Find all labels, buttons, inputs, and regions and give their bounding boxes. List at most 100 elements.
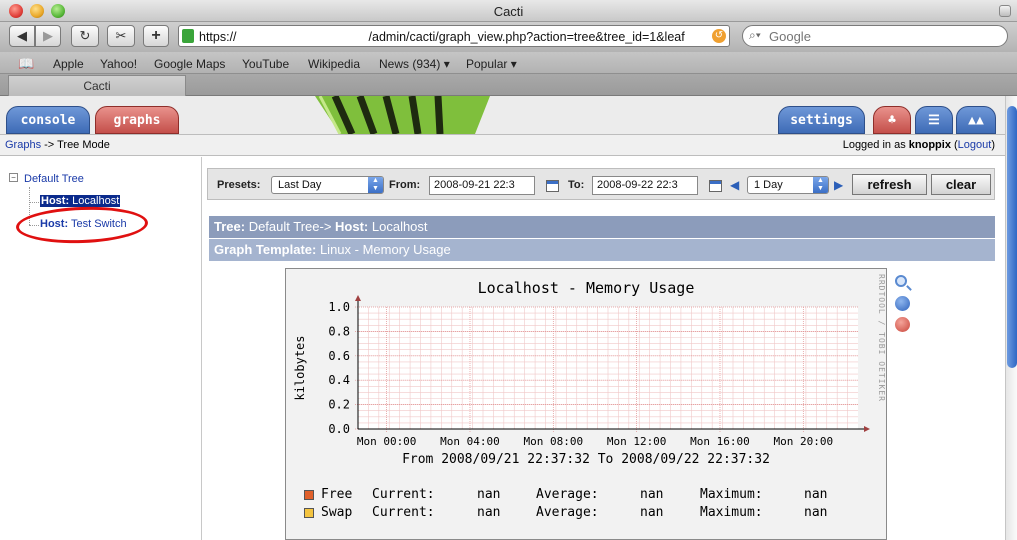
search-field[interactable]: ⌕▾ [742, 25, 1008, 47]
graph-properties-icon[interactable] [895, 317, 910, 332]
reload-icon: ↻ [79, 28, 91, 43]
host-prefix: Host: [41, 195, 70, 207]
tree-root-default-tree[interactable]: Default Tree [24, 173, 84, 185]
snapback-button[interactable]: ✂ [107, 25, 135, 47]
window-titlebar: Cacti [0, 0, 1017, 22]
clear-button[interactable]: clear [931, 174, 991, 195]
bookmarks-bar: 📖 Apple Yahoo! Google Maps YouTube Wikip… [0, 52, 1017, 74]
presets-select[interactable]: Last Day ▲ ▼ [271, 176, 384, 194]
forward-button[interactable]: ▶ [35, 25, 61, 47]
toolbar-toggle-icon[interactable] [999, 5, 1011, 17]
forward-arrow-icon: ▶ [43, 28, 53, 43]
y-axis-arrow [355, 295, 361, 301]
graph-time-range: From 2008/09/21 22:37:32 To 2008/09/22 2… [402, 452, 770, 467]
to-date-input[interactable]: 2008-09-22 22:3 [592, 176, 698, 195]
rrd-graph[interactable]: Localhost - Memory Usage RRDTOOL / TOBI … [285, 268, 887, 540]
from-date-input[interactable]: 2008-09-21 22:3 [429, 176, 535, 195]
host-value: Localhost [368, 219, 428, 234]
back-button[interactable]: ◀ [9, 25, 35, 47]
preview-icon: ▲▲ [968, 113, 984, 128]
search-icon: ⌕▾ [749, 28, 761, 42]
url-scheme: https:// [199, 30, 237, 44]
y-tick-label: 0.4 [328, 373, 350, 387]
bookmark-yahoo[interactable]: Yahoo! [100, 57, 137, 71]
snap-back-icon[interactable]: ↺ [712, 29, 726, 43]
bookmark-wikipedia[interactable]: Wikipedia [308, 57, 360, 71]
shift-left-icon[interactable]: ◀ [730, 178, 739, 192]
cacti-navbar: Graphs -> Tree Mode Logged in as knoppix… [0, 134, 1005, 156]
scrollbar-thumb[interactable] [1007, 106, 1017, 368]
from-calendar-icon[interactable] [546, 180, 559, 192]
tab-tree-view[interactable]: ♣ [873, 106, 911, 134]
bookmarks-book-icon[interactable]: 📖 [18, 56, 34, 72]
legend-average-value: nan [640, 505, 664, 520]
tab-settings[interactable]: settings [778, 106, 865, 134]
tab-preview-view[interactable]: ▲▲ [956, 106, 996, 134]
from-label: From: [389, 179, 421, 191]
tab-list-view[interactable]: ☰ [915, 106, 953, 134]
x-tick-label: Mon 00:00 [357, 435, 417, 448]
bookmark-apple[interactable]: Apple [53, 57, 84, 71]
legend-average-label: Average: [536, 505, 599, 520]
url-text[interactable]: https:// /admin/cacti/graph_view.php?acti… [199, 29, 685, 44]
browser-tab[interactable]: Cacti [8, 75, 186, 96]
tree-label: Tree: [214, 219, 246, 234]
legend-swatch-free [304, 490, 314, 500]
host-name: Localhost [72, 195, 120, 207]
page-scrollbar[interactable] [1005, 96, 1017, 540]
bookmark-youtube[interactable]: YouTube [242, 57, 289, 71]
legend-current-label: Current: [372, 487, 435, 502]
logout-close-paren: ) [991, 139, 995, 151]
url-redacted-host [237, 29, 369, 41]
search-input[interactable] [769, 28, 999, 44]
template-label: Graph Template: [214, 242, 317, 257]
graph-template-header: Graph Template: Linux - Memory Usage [209, 239, 995, 261]
login-prefix: Logged in as [842, 139, 909, 151]
y-tick-label: 0.2 [328, 398, 350, 412]
legend-name: Swap [321, 505, 353, 520]
bookmark-popular[interactable]: Popular ▾ [466, 57, 517, 71]
to-label: To: [568, 179, 585, 191]
address-bar[interactable]: https:// /admin/cacti/graph_view.php?acti… [178, 25, 730, 47]
reload-button[interactable]: ↻ [71, 25, 99, 47]
export-csv-icon[interactable] [895, 296, 910, 311]
refresh-button[interactable]: refresh [852, 174, 927, 195]
y-tick-label: 0.0 [328, 422, 350, 436]
y-axis-title: kilobytes [293, 335, 307, 400]
bookmark-news[interactable]: News (934) ▾ [379, 57, 450, 71]
tree-host-localhost[interactable]: Host: Localhost [40, 195, 121, 207]
legend-current-value: nan [477, 487, 501, 502]
tab-graphs[interactable]: graphs [95, 106, 179, 134]
x-tick-label: Mon 08:00 [524, 435, 584, 448]
tab-console[interactable]: console [6, 106, 90, 134]
select-arrows-icon: ▲ ▼ [368, 177, 383, 193]
browser-tab-strip: Cacti [0, 74, 1017, 96]
shift-right-icon[interactable]: ▶ [834, 178, 843, 192]
to-calendar-icon[interactable] [709, 180, 722, 192]
logout-link[interactable]: Logout [958, 139, 992, 151]
logout-open-paren: ( [950, 139, 958, 151]
bookmark-google-maps[interactable]: Google Maps [154, 57, 225, 71]
tree-collapse-icon[interactable]: − [9, 173, 18, 182]
plus-icon: + [151, 27, 161, 44]
breadcrumb: Graphs -> Tree Mode [5, 139, 110, 151]
list-icon: ☰ [928, 113, 940, 128]
x-tick-label: Mon 04:00 [440, 435, 500, 448]
select-arrows-icon: ▲ ▼ [813, 177, 828, 193]
legend-name: Free [321, 487, 353, 502]
legend-maximum-label: Maximum: [700, 505, 763, 520]
template-value: Linux - Memory Usage [316, 242, 451, 257]
legend-current-label: Current: [372, 505, 435, 520]
snapback-icon: ✂ [115, 28, 127, 43]
add-bookmark-button[interactable]: + [143, 25, 169, 47]
legend-average-label: Average: [536, 487, 599, 502]
zoom-graph-icon[interactable] [895, 275, 907, 287]
legend-maximum-value: nan [804, 505, 828, 520]
timespan-select[interactable]: 1 Day ▲ ▼ [747, 176, 829, 194]
login-user: knoppix [908, 139, 951, 151]
breadcrumb-graphs-link[interactable]: Graphs [5, 139, 41, 151]
x-tick-label: Mon 12:00 [607, 435, 667, 448]
back-arrow-icon: ◀ [17, 28, 27, 43]
y-tick-label: 0.6 [328, 349, 350, 363]
tree-host-header: Tree: Default Tree-> Host: Localhost [209, 216, 995, 238]
